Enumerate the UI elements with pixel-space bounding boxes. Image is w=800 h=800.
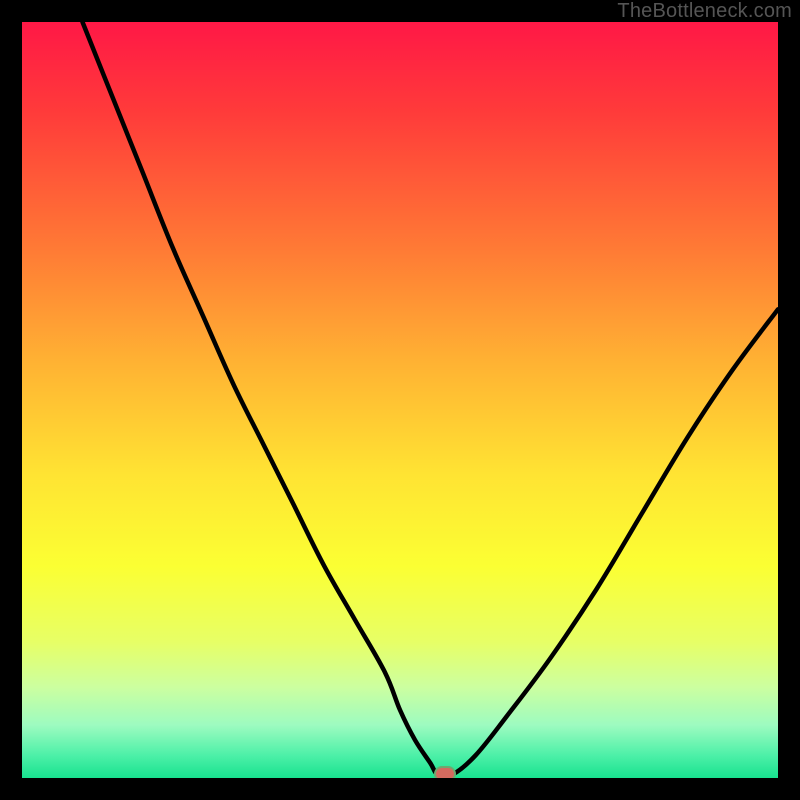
chart-frame: TheBottleneck.com: [0, 0, 800, 800]
bottleneck-curve: [22, 22, 778, 778]
minimum-marker: [434, 766, 456, 778]
plot-area: [22, 22, 778, 778]
watermark-text: TheBottleneck.com: [617, 0, 792, 23]
